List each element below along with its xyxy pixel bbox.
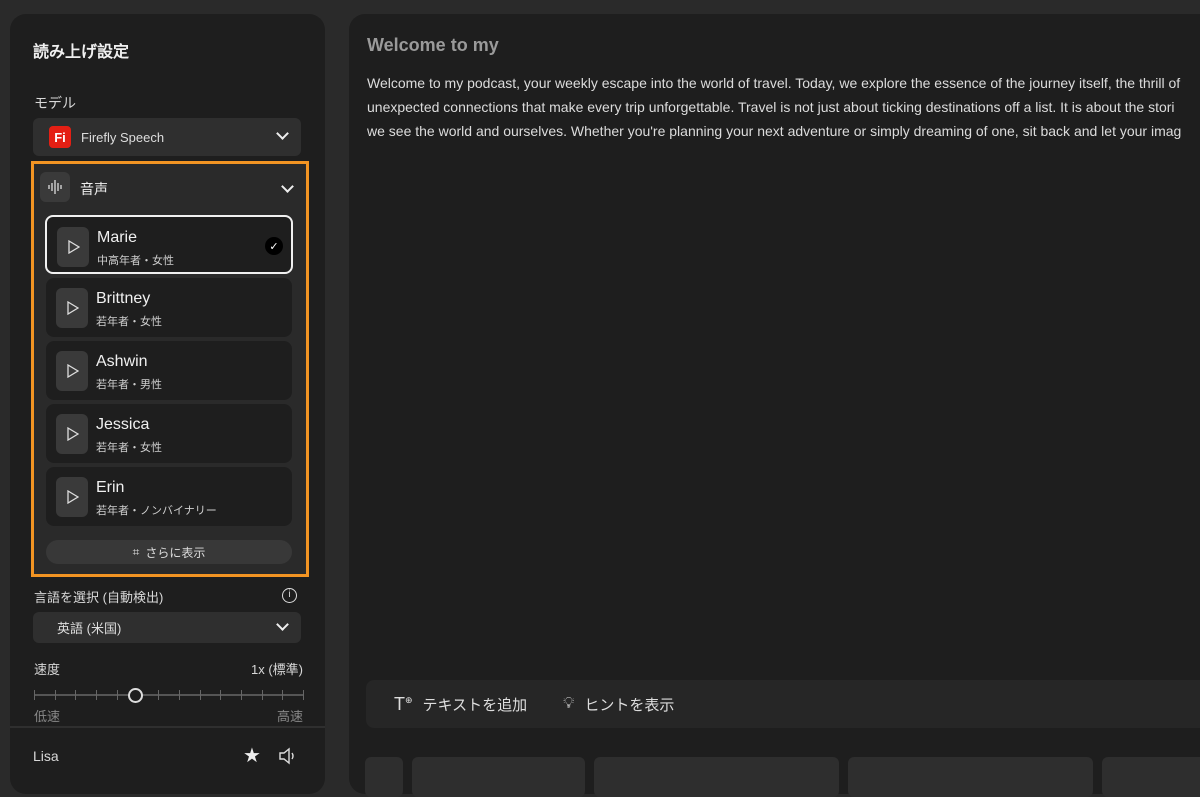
slider-tick [54, 690, 56, 700]
card[interactable] [412, 757, 585, 797]
chevron-down-icon[interactable] [281, 180, 294, 193]
lightbulb-icon: 💡︎ [563, 695, 575, 712]
show-hints-label: ヒントを表示 [584, 696, 675, 714]
voice-item-marie[interactable]: Marie 中高年者・女性 ✓ [45, 215, 293, 274]
voice-item-jessica[interactable]: Jessica 若年者・女性 [46, 404, 292, 463]
star-icon[interactable]: ★ [243, 743, 261, 768]
model-value: Firefly Speech [81, 129, 165, 145]
speed-max-label: 高速 [276, 709, 303, 724]
voice-name: Brittney [96, 290, 151, 307]
slider-thumb[interactable] [128, 688, 144, 703]
script-text[interactable]: Welcome to my podcast, your weekly escap… [367, 71, 1200, 143]
play-icon [67, 427, 79, 441]
slider-tick [303, 690, 304, 700]
binoculars-icon: ⌗ [132, 544, 140, 559]
voice-name: Jessica [96, 416, 150, 433]
play-button[interactable] [57, 227, 89, 267]
add-text-label: テキストを追加 [422, 696, 528, 714]
model-label: モデル [34, 95, 76, 111]
language-select[interactable]: 英語 (米国) [33, 612, 301, 643]
slider-tick [178, 690, 180, 700]
play-button[interactable] [56, 477, 88, 517]
add-text-button[interactable]: T⊕ テキストを追加 [394, 694, 527, 715]
voice-item-erin[interactable]: Erin 若年者・ノンバイナリー [46, 467, 292, 526]
document-title[interactable]: Welcome to my [367, 35, 499, 56]
voice-item-ashwin[interactable]: Ashwin 若年者・男性 [46, 341, 292, 400]
show-more-label: さらに表示 [145, 545, 206, 560]
text-line: unexpected connections that make every t… [367, 99, 1175, 115]
info-icon[interactable]: i [282, 588, 297, 603]
play-icon [67, 490, 79, 504]
language-value: 英語 (米国) [57, 621, 122, 636]
slider-tick [261, 690, 263, 700]
editor-toolbar: T⊕ テキストを追加 💡︎ ヒントを表示 [366, 680, 1200, 728]
voice-description: 若年者・ノンバイナリー [96, 505, 217, 517]
speed-value: 1x (標準) [250, 662, 303, 677]
chevron-down-icon [276, 618, 289, 631]
card[interactable] [848, 757, 1093, 797]
play-icon [67, 364, 79, 378]
speed-min-label: 低速 [34, 709, 61, 724]
waveform-icon [40, 172, 70, 202]
divider [10, 726, 325, 728]
slider-tick [220, 690, 222, 700]
settings-panel: 読み上げ設定 モデル Fi Firefly Speech 音声 Marie 中高… [10, 14, 325, 794]
slider-tick [34, 690, 35, 700]
play-icon [68, 240, 80, 254]
text-line: we see the world and ourselves. Whether … [367, 123, 1182, 139]
editor-panel: Welcome to my Welcome to my podcast, you… [349, 14, 1200, 797]
voice-description: 若年者・女性 [96, 316, 162, 328]
show-more-button[interactable]: ⌗ さらに表示 [46, 540, 292, 564]
speed-slider[interactable] [34, 688, 304, 703]
voice-name: Ashwin [96, 353, 148, 370]
play-button[interactable] [56, 351, 88, 391]
play-button[interactable] [56, 288, 88, 328]
card[interactable] [1102, 757, 1200, 797]
slider-tick [158, 690, 160, 700]
voice-description: 中高年者・女性 [97, 255, 174, 267]
play-button[interactable] [56, 414, 88, 454]
play-icon [67, 301, 79, 315]
speaker-icon[interactable] [278, 747, 298, 770]
slider-tick [116, 690, 118, 700]
text-line: Welcome to my podcast, your weekly escap… [367, 75, 1181, 91]
show-hints-button[interactable]: 💡︎ ヒントを表示 [563, 694, 674, 715]
voice-name: Erin [96, 479, 125, 496]
firefly-logo-icon: Fi [49, 126, 71, 148]
model-select[interactable]: Fi Firefly Speech [33, 118, 301, 156]
voice-name: Marie [97, 229, 138, 246]
card[interactable] [594, 757, 839, 797]
voice-section: 音声 Marie 中高年者・女性 ✓ Brittney 若年者・女性 Ashwin… [31, 161, 309, 577]
slider-tick [240, 690, 242, 700]
speed-label: 速度 [34, 662, 61, 677]
voice-description: 若年者・女性 [96, 442, 162, 454]
language-label: 言語を選択 (自動検出) [34, 590, 164, 605]
panel-title: 読み上げ設定 [33, 44, 130, 61]
footer-voice-name: Lisa [33, 748, 59, 764]
add-text-icon: T⊕ [394, 693, 413, 714]
voice-item-brittney[interactable]: Brittney 若年者・女性 [46, 278, 292, 337]
slider-tick [96, 690, 98, 700]
chevron-down-icon [276, 127, 289, 140]
voice-description: 若年者・男性 [96, 379, 162, 391]
card[interactable] [365, 757, 403, 797]
checkmark-icon: ✓ [265, 237, 283, 255]
slider-tick [75, 690, 77, 700]
slider-tick [282, 690, 284, 700]
slider-tick [199, 690, 201, 700]
voice-section-title: 音声 [80, 181, 108, 197]
